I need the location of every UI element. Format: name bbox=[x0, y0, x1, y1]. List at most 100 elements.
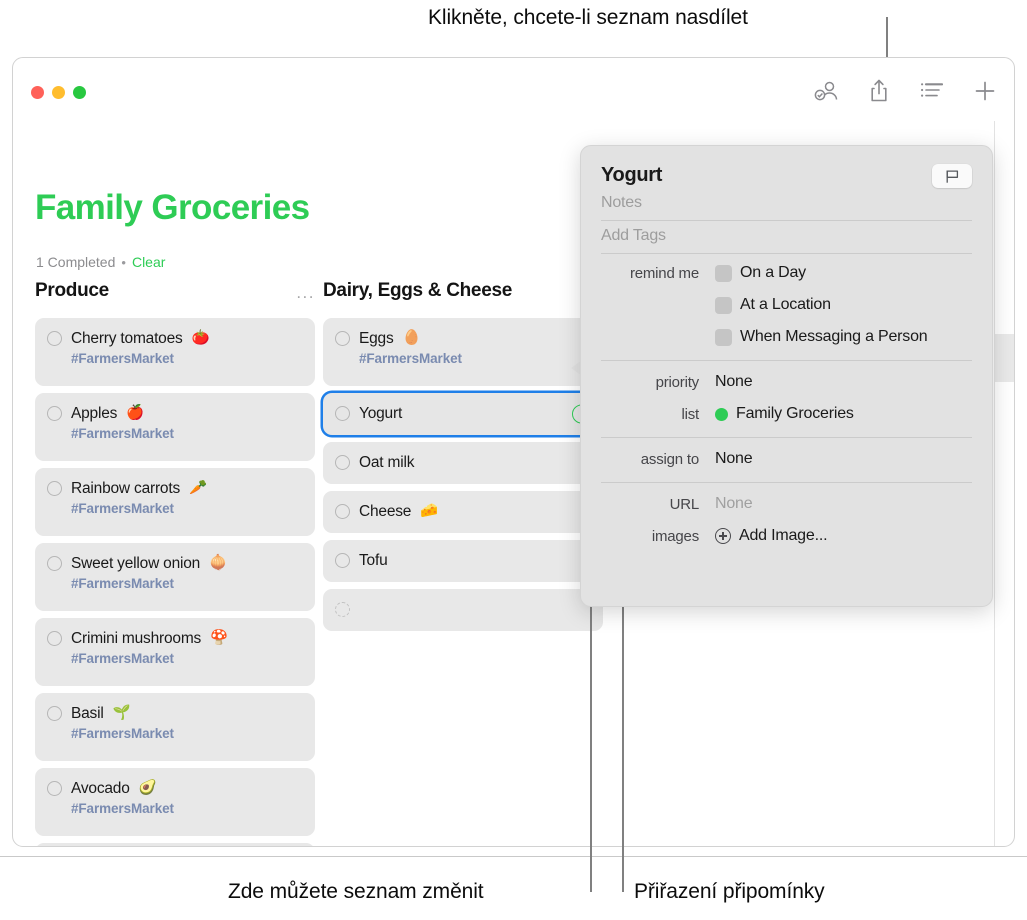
remind-me-row: At a Location bbox=[601, 296, 972, 314]
url-row[interactable]: URL None bbox=[601, 495, 972, 513]
apple-icon: 🍎 bbox=[126, 405, 145, 422]
reminder-title: Yogurt bbox=[359, 404, 403, 422]
complete-circle-icon[interactable] bbox=[335, 504, 350, 519]
table-row[interactable]: Basil 🌱 #FarmersMarket bbox=[35, 693, 315, 761]
complete-circle-icon[interactable] bbox=[47, 781, 62, 796]
callout-assign-reminder-text: Přiřazení připomínky bbox=[634, 880, 825, 903]
reminder-tag[interactable]: #FarmersMarket bbox=[71, 351, 303, 366]
reminder-row-main: Avocado 🥑 bbox=[47, 778, 303, 799]
complete-circle-icon[interactable] bbox=[335, 406, 350, 421]
table-row[interactable]: Apples 🍎 #FarmersMarket bbox=[35, 393, 315, 461]
tags-field[interactable]: Add Tags bbox=[581, 221, 992, 253]
egg-icon: 🥚 bbox=[402, 330, 421, 347]
table-row[interactable]: Oat milk bbox=[323, 442, 603, 484]
reminder-row-main: Crimini mushrooms 🍄 bbox=[47, 628, 303, 649]
assign-to-value[interactable]: None bbox=[715, 450, 753, 468]
notes-field[interactable]: Notes bbox=[581, 188, 992, 220]
add-image-label: Add Image... bbox=[739, 527, 828, 544]
new-reminder-row[interactable] bbox=[323, 589, 603, 631]
reminder-row-main: Oat milk bbox=[335, 452, 591, 473]
complete-circle-icon[interactable] bbox=[47, 481, 62, 496]
reminder-tag[interactable]: #FarmersMarket bbox=[71, 651, 303, 666]
reminder-row-main: Yogurt bbox=[335, 403, 591, 424]
table-row[interactable]: Cheese 🧀 bbox=[323, 491, 603, 533]
flag-icon[interactable] bbox=[932, 164, 972, 188]
table-row[interactable]: Avocado 🥑 #FarmersMarket bbox=[35, 768, 315, 836]
list-row[interactable]: list Family Groceries bbox=[601, 405, 972, 423]
remind-me-row: When Messaging a Person bbox=[601, 328, 972, 346]
reminder-row-main: Cherry tomatoes 🍅 bbox=[47, 328, 303, 349]
section-dairy-eggs-cheese: Dairy, Eggs & Cheese ... Eggs 🥚 #Farmers… bbox=[323, 280, 603, 638]
reminder-tag[interactable]: #FarmersMarket bbox=[71, 501, 303, 516]
complete-circle-icon[interactable] bbox=[335, 331, 350, 346]
carrot-icon: 🥕 bbox=[189, 480, 208, 497]
table-row[interactable]: Sweet yellow onion 🧅 #FarmersMarket bbox=[35, 543, 315, 611]
reminder-title: Crimini mushrooms bbox=[71, 629, 202, 647]
table-row[interactable]: Cherry tomatoes 🍅 #FarmersMarket bbox=[35, 318, 315, 386]
reminder-tag[interactable]: #FarmersMarket bbox=[359, 351, 591, 366]
table-row[interactable]: Tofu bbox=[323, 540, 603, 582]
complete-circle-icon[interactable] bbox=[335, 455, 350, 470]
section-header: Produce ... bbox=[35, 280, 315, 318]
section-more-button[interactable]: ... bbox=[296, 280, 315, 301]
reminder-row-main: Rainbow carrots 🥕 bbox=[47, 478, 303, 499]
new-reminder-row[interactable] bbox=[35, 843, 315, 846]
section-title: Dairy, Eggs & Cheese bbox=[323, 280, 513, 301]
assign-to-row[interactable]: assign to None bbox=[601, 450, 972, 468]
list-value[interactable]: Family Groceries bbox=[715, 405, 854, 423]
add-image-button[interactable]: Add Image... bbox=[715, 527, 828, 545]
reminder-tag[interactable]: #FarmersMarket bbox=[71, 426, 303, 441]
section-title: Produce bbox=[35, 280, 109, 301]
list-name: Family Groceries bbox=[736, 405, 854, 422]
priority-label: priority bbox=[655, 373, 700, 391]
remind-me-group: remind me On a Day At a Location When Me… bbox=[581, 254, 992, 346]
seedling-icon: 🌱 bbox=[112, 705, 131, 722]
checkbox-icon[interactable] bbox=[715, 328, 732, 346]
callout-change-list-text: Zde můžete seznam změnit bbox=[228, 880, 484, 903]
complete-circle-icon[interactable] bbox=[47, 331, 62, 346]
reminder-tag[interactable]: #FarmersMarket bbox=[71, 576, 303, 591]
table-row-selected[interactable]: Yogurt i bbox=[323, 393, 603, 435]
url-value[interactable]: None bbox=[715, 495, 753, 513]
complete-circle-icon[interactable] bbox=[47, 631, 62, 646]
tomato-icon: 🍅 bbox=[191, 330, 210, 347]
images-label: images bbox=[651, 527, 699, 545]
avocado-icon: 🥑 bbox=[138, 780, 157, 797]
reminder-title: Cheese bbox=[359, 502, 412, 520]
table-row[interactable]: Crimini mushrooms 🍄 #FarmersMarket bbox=[35, 618, 315, 686]
table-row[interactable]: Rainbow carrots 🥕 #FarmersMarket bbox=[35, 468, 315, 536]
table-row[interactable]: Eggs 🥚 #FarmersMarket bbox=[323, 318, 603, 386]
complete-circle-icon[interactable] bbox=[47, 406, 62, 421]
reminder-title: Rainbow carrots bbox=[71, 479, 180, 497]
priority-value[interactable]: None bbox=[715, 373, 753, 391]
reminder-row-main: Tofu bbox=[335, 550, 591, 571]
remind-on-a-day-option[interactable]: On a Day bbox=[715, 264, 806, 282]
assign-to-label: assign to bbox=[640, 450, 699, 468]
option-label: On a Day bbox=[740, 264, 806, 281]
list-color-dot-icon bbox=[715, 407, 728, 421]
reminder-tag[interactable]: #FarmersMarket bbox=[71, 726, 303, 741]
remind-when-messaging-option[interactable]: When Messaging a Person bbox=[715, 328, 928, 346]
priority-row[interactable]: priority None bbox=[601, 373, 972, 391]
reminder-tag[interactable]: #FarmersMarket bbox=[71, 801, 303, 816]
remind-me-row: remind me On a Day bbox=[601, 264, 972, 282]
remind-at-a-location-option[interactable]: At a Location bbox=[715, 296, 831, 314]
plus-circle-icon bbox=[715, 528, 731, 544]
reminder-title: Tofu bbox=[359, 551, 388, 569]
complete-circle-icon[interactable] bbox=[47, 706, 62, 721]
attributes-group-3: URL None images Add Image... bbox=[581, 483, 992, 545]
section-produce: Produce ... Cherry tomatoes 🍅 #FarmersMa… bbox=[35, 280, 315, 846]
complete-circle-icon[interactable] bbox=[335, 553, 350, 568]
new-item-circle-icon[interactable] bbox=[335, 602, 350, 617]
reminder-row-main: Cheese 🧀 bbox=[335, 501, 591, 522]
checkbox-icon[interactable] bbox=[715, 264, 732, 282]
section-header: Dairy, Eggs & Cheese ... bbox=[323, 280, 603, 318]
remind-me-label: remind me bbox=[629, 264, 699, 282]
complete-circle-icon[interactable] bbox=[47, 556, 62, 571]
cheese-icon: 🧀 bbox=[420, 503, 439, 520]
option-label: At a Location bbox=[740, 296, 831, 313]
images-row[interactable]: images Add Image... bbox=[601, 527, 972, 545]
checkbox-icon[interactable] bbox=[715, 296, 732, 314]
reminder-title: Cherry tomatoes bbox=[71, 329, 183, 347]
option-label: When Messaging a Person bbox=[740, 328, 928, 345]
